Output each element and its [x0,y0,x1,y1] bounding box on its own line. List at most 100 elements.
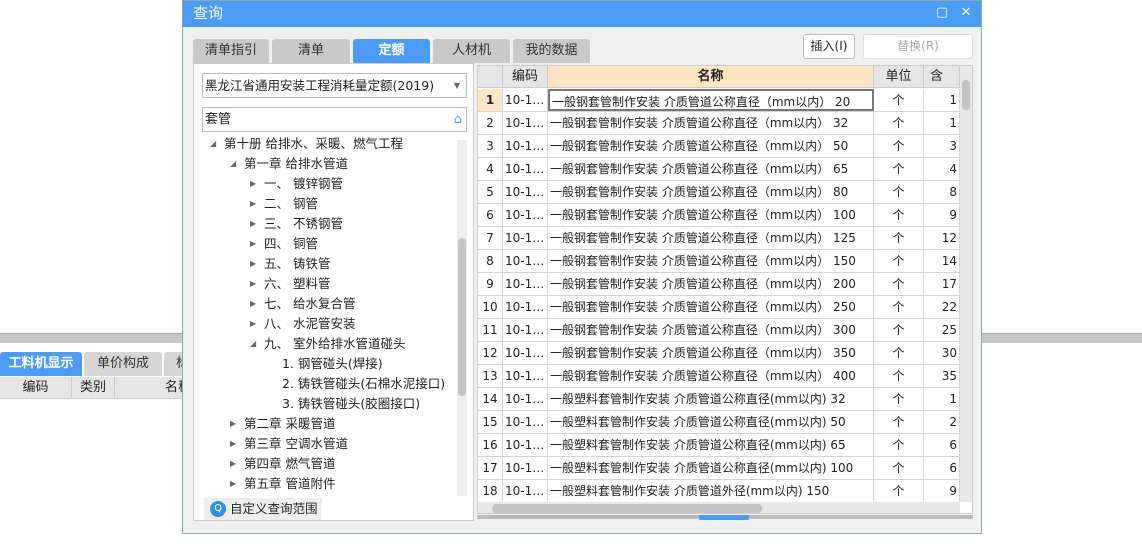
tree-item[interactable]: ▶ 第四章 燃气管道 [230,454,335,474]
table-row[interactable]: 3 10-1… 一般钢套管制作安装 介质管道公称直径（mm以内） 50 个 3 [478,135,960,158]
panel-splitter[interactable] [477,515,973,520]
tree-item[interactable]: ▶ 第三章 空调水管道 [230,434,348,454]
col-type: 类别 [72,377,115,399]
collapsed-icon[interactable]: ▶ [230,414,236,434]
quota-library-select[interactable]: 黑龙江省通用安装工程消耗量定额(2019) ▼ [202,73,467,98]
tree-item-label: 七、 给水复合管 [264,296,356,311]
search-input[interactable]: 套管 ⌂ [202,107,467,132]
collapsed-icon[interactable]: ▶ [250,314,256,334]
collapsed-icon[interactable]: ▶ [250,214,256,234]
table-row[interactable]: 9 10-1… 一般钢套管制作安装 介质管道公称直径（mm以内） 200 个 17 [478,273,960,296]
clear-brush-icon[interactable]: ⌂ [454,108,462,131]
tree-item[interactable]: ▶ 三、 不锈钢管 [250,214,343,234]
tab-labor-material[interactable]: 人材机 [433,39,510,63]
collapsed-icon[interactable]: ▶ [230,454,236,474]
tree-item[interactable]: ▶ 一、 镀锌钢管 [250,174,343,194]
table-row[interactable]: 6 10-1… 一般钢套管制作安装 介质管道公称直径（mm以内） 100 个 9 [478,204,960,227]
scroll-thumb[interactable] [492,504,762,513]
row-price: 8 [924,181,960,203]
row-price: 9 [924,480,960,502]
tree-item[interactable]: ▶ 五、 铸铁管 [250,254,330,274]
table-row[interactable]: 10 10-1… 一般钢套管制作安装 介质管道公称直径（mm以内） 250 个 22 [478,296,960,319]
tree-item[interactable]: ▶ 第五章 管道附件 [230,474,335,494]
tree-item[interactable]: ◢ 第一章 给排水管道 [230,154,348,174]
collapsed-icon[interactable]: ▶ [250,234,256,254]
tree-item[interactable]: 2. 铸铁管碰头(石棉水泥接口) [270,374,445,394]
table-row[interactable]: 1 10-1… 一般钢套管制作安装 介质管道公称直径（mm以内） 20 个 1 [478,89,960,112]
query-dialog: 查询 ▢ ✕ 清单指引 清单 定额 人材机 我的数据 插入(I) 替换(R) 黑… [182,0,982,534]
table-row[interactable]: 5 10-1… 一般钢套管制作安装 介质管道公称直径（mm以内） 80 个 8 [478,181,960,204]
table-row[interactable]: 7 10-1… 一般钢套管制作安装 介质管道公称直径（mm以内） 125 个 12 [478,227,960,250]
row-unit: 个 [874,273,924,295]
tab-labor-material[interactable]: 工料机显示 [0,352,82,376]
tab-unit-price[interactable]: 单价构成 [84,352,162,376]
collapse-handle[interactable] [699,515,749,520]
table-row[interactable]: 13 10-1… 一般钢套管制作安装 介质管道公称直径（mm以内） 400 个 35 [478,365,960,388]
collapsed-icon[interactable]: ▶ [250,274,256,294]
expanded-icon[interactable]: ◢ [250,334,256,354]
row-index: 2 [478,112,503,134]
collapsed-icon[interactable]: ▶ [250,254,256,274]
row-name: 一般钢套管制作安装 介质管道公称直径（mm以内） 400 [548,365,874,387]
row-name: 一般钢套管制作安装 介质管道公称直径（mm以内） 65 [548,158,874,180]
tree-item[interactable]: ▶ 七、 给水复合管 [250,294,355,314]
row-index: 10 [478,296,503,318]
tree-item[interactable]: 3. 铸铁管碰头(胶圈接口) [270,394,420,414]
table-row[interactable]: 8 10-1… 一般钢套管制作安装 介质管道公称直径（mm以内） 150 个 14 [478,250,960,273]
row-code: 10-1… [503,365,548,387]
tree-item-label: 第一章 给排水管道 [244,156,348,171]
tab-bill[interactable]: 清单 [272,39,350,63]
close-icon[interactable]: ✕ [957,4,975,22]
search-icon: Q [210,501,226,517]
table-row[interactable]: 17 10-1… 一般塑料套管制作安装 介质管道公称直径(mm以内) 100 个 6 [478,457,960,480]
tree-scrollbar[interactable] [457,140,467,496]
maximize-icon[interactable]: ▢ [933,4,951,22]
row-price: 17 [924,273,960,295]
row-price: 2 [924,411,960,433]
table-row[interactable]: 15 10-1… 一般塑料套管制作安装 介质管道公称直径(mm以内) 50 个 2 [478,411,960,434]
collapsed-icon[interactable]: ▶ [230,434,236,454]
table-row[interactable]: 14 10-1… 一般塑料套管制作安装 介质管道公称直径(mm以内) 32 个 1 [478,388,960,411]
table-row[interactable]: 4 10-1… 一般钢套管制作安装 介质管道公称直径（mm以内） 65 个 4 [478,158,960,181]
tree-item[interactable]: ▶ 二、 钢管 [250,194,318,214]
row-price: 6 [924,434,960,456]
col-price[interactable]: 含税! [924,66,960,88]
row-name: 一般钢套管制作安装 介质管道公称直径（mm以内） 250 [548,296,874,318]
table-row[interactable]: 11 10-1… 一般钢套管制作安装 介质管道公称直径（mm以内） 300 个 25 [478,319,960,342]
table-row[interactable]: 16 10-1… 一般塑料套管制作安装 介质管道公称直径(mm以内) 65 个 6 [478,434,960,457]
expanded-icon[interactable]: ◢ [210,134,216,154]
expanded-icon[interactable]: ◢ [230,154,236,174]
collapsed-icon[interactable]: ▶ [250,294,256,314]
row-name: 一般钢套管制作安装 介质管道公称直径（mm以内） 125 [548,227,874,249]
collapsed-icon[interactable]: ▶ [230,474,236,494]
tree-item[interactable]: ▶ 四、 铜管 [250,234,318,254]
tree-item[interactable]: ◢ 九、 室外给排水管道碰头 [250,334,405,354]
scroll-thumb[interactable] [962,80,970,110]
tree-item[interactable]: ▶ 八、 水泥管安装 [250,314,355,334]
col-code[interactable]: 编码 [503,66,548,88]
tree-item[interactable]: 1. 钢管碰头(焊接) [270,354,383,374]
row-unit: 个 [874,296,924,318]
col-unit[interactable]: 单位 [874,66,924,88]
custom-scope-button[interactable]: Q 自定义查询范围 [204,498,322,520]
tree-item[interactable]: ▶ 六、 塑料管 [250,274,330,294]
grid-hscrollbar[interactable] [478,502,960,513]
tab-quota[interactable]: 定额 [353,39,430,63]
tree-item[interactable]: ◢ 第十册 给排水、采暖、燃气工程 [210,134,403,154]
table-row[interactable]: 18 10-1… 一般塑料套管制作安装 介质管道外径(mm以内) 150 个 9 [478,480,960,503]
collapsed-icon[interactable]: ▶ [250,174,256,194]
scroll-thumb[interactable] [458,238,466,396]
insert-button[interactable]: 插入(I) [803,34,855,59]
tab-bill-guide[interactable]: 清单指引 [193,39,269,63]
tree-item[interactable]: ▶ 第二章 采暖管道 [230,414,335,434]
tree-item-label: 第五章 管道附件 [244,476,336,491]
row-code: 10-1… [503,181,548,203]
tree-item-label: 第二章 采暖管道 [244,416,336,431]
replace-button[interactable]: 替换(R) [863,34,973,59]
table-row[interactable]: 12 10-1… 一般钢套管制作安装 介质管道公称直径（mm以内） 350 个 30 [478,342,960,365]
collapsed-icon[interactable]: ▶ [250,194,256,214]
tab-my-data[interactable]: 我的数据 [513,39,590,63]
grid-vscrollbar[interactable] [960,66,972,502]
col-name[interactable]: 名称 [548,66,874,88]
table-row[interactable]: 2 10-1… 一般钢套管制作安装 介质管道公称直径（mm以内） 32 个 1 [478,112,960,135]
